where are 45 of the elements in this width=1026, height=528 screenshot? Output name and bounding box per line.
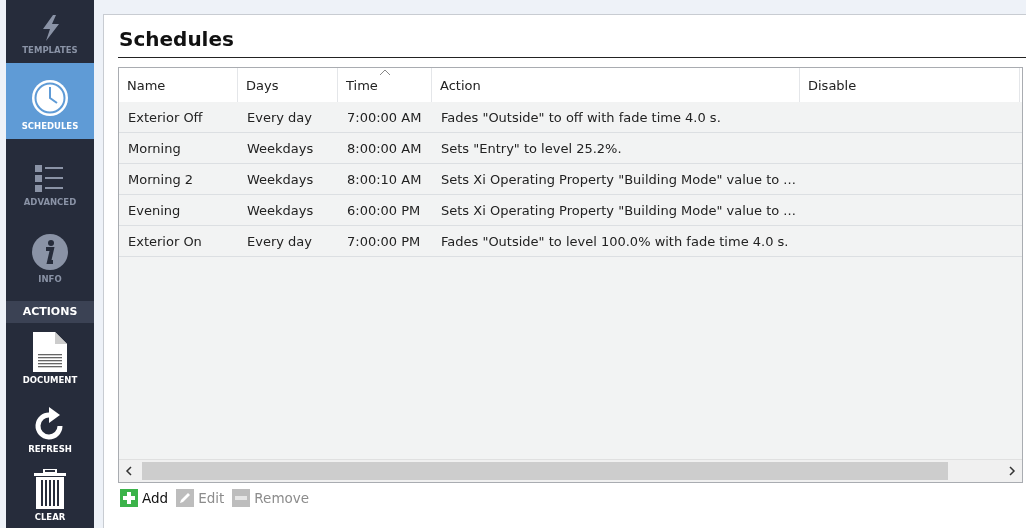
scroll-right-icon[interactable] — [1009, 466, 1016, 476]
sort-caret-icon — [380, 69, 390, 75]
toolbar-button[interactable]: Add — [120, 489, 169, 507]
action-button[interactable]: REFRESH — [6, 391, 94, 460]
column-header[interactable]: Disable — [800, 68, 1020, 102]
table-cell-text: Weekdays — [246, 171, 315, 187]
table-cell-text: Sets Xi Operating Property "Building Mode" value to ... — [440, 171, 797, 187]
section-heading: ACTIONS — [6, 300, 94, 323]
clock-icon — [31, 78, 69, 117]
table-cell-text: Sets "Entry" to level 25.2%. — [440, 140, 623, 156]
table-cell-text: Exterior On — [127, 233, 203, 249]
pencil-icon — [176, 489, 195, 507]
action-button[interactable]: CLEAR — [6, 459, 94, 528]
minus-icon — [232, 489, 251, 507]
table-cell-text: 8:00:00 AM — [346, 140, 423, 156]
scroll-left-icon[interactable] — [125, 466, 132, 476]
table-cell-text: Weekdays — [246, 202, 315, 218]
table-cell-text: Sets Xi Operating Property "Building Mode" value to ... — [440, 202, 797, 218]
table-cell-text: 7:00:00 PM — [346, 233, 422, 249]
table-cell-text: Evening — [127, 202, 182, 218]
sidebar-item[interactable]: ADVANCED — [6, 138, 94, 216]
panel-title: Schedules — [118, 15, 1026, 58]
action-button[interactable]: DOCUMENT — [6, 322, 94, 392]
column-header[interactable]: Name — [119, 68, 238, 102]
list-icon — [35, 165, 65, 194]
table-cell-text: Fades "Outside" to off with fade time 4.0 s. — [440, 109, 722, 125]
table-cell-text: Every day — [246, 233, 313, 249]
trash-icon — [34, 469, 66, 509]
table-cell-text: 8:00:10 AM — [346, 171, 423, 187]
table-cell-text: Exterior Off — [127, 109, 204, 125]
table-cell-text: Morning 2 — [127, 171, 195, 187]
column-header[interactable]: Action — [432, 68, 800, 102]
table-cell-text: Morning — [127, 140, 182, 156]
table-cell-text: Weekdays — [246, 140, 315, 156]
column-header[interactable]: Time — [338, 68, 432, 102]
table-cell-text: 6:00:00 PM — [346, 202, 422, 218]
table-cell-text: Fades "Outside" to level 100.0% with fade time 4.0 s. — [440, 233, 790, 249]
column-header[interactable]: Days — [238, 68, 338, 102]
sidebar-item[interactable]: INFO — [6, 215, 94, 292]
info-icon — [32, 233, 68, 270]
sidebar-item[interactable]: TEMPLATES — [6, 0, 94, 63]
document-icon — [33, 332, 67, 373]
table-cell-text: 7:00:00 AM — [346, 109, 423, 125]
plus-icon — [120, 489, 138, 507]
table-cell-text: Every day — [246, 109, 313, 125]
